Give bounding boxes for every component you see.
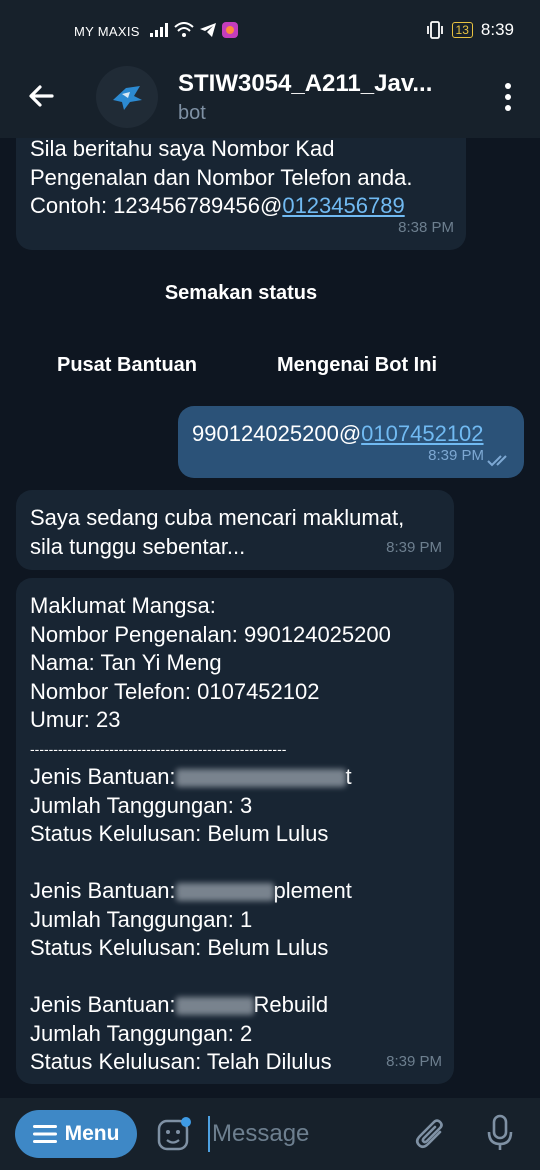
message-text-line: Jenis Bantuan: Rebuild: [30, 991, 454, 1020]
clock: 8:39: [480, 20, 514, 39]
bot-avatar[interactable]: [96, 66, 158, 128]
message-text-line: Sila beritahu saya Nombor Kad: [30, 138, 335, 161]
redacted-text: [175, 997, 254, 1016]
message-bubble-incoming[interactable]: Saya sedang cuba mencari maklumat, sila …: [16, 490, 454, 570]
message-text-line: Jumlah Tanggungan: 1: [30, 906, 253, 932]
message-input[interactable]: Message: [208, 1116, 402, 1152]
microphone-icon[interactable]: [486, 1114, 514, 1152]
wifi-icon: [174, 22, 194, 37]
more-options-icon[interactable]: [498, 80, 518, 114]
jenis-tail: plement: [273, 878, 352, 903]
phone-link[interactable]: 0123456789: [282, 193, 404, 218]
message-text-line: Jenis Bantuan: t: [30, 763, 454, 792]
jenis-label: Jenis Bantuan:: [30, 764, 176, 789]
chat-title[interactable]: STIW3054_A211_Jav...: [178, 70, 468, 98]
message-text-prefix: 990124025200@: [192, 421, 362, 446]
message-text-line: Jumlah Tanggungan: 2: [30, 1020, 253, 1046]
message-bubble-incoming[interactable]: Sila beritahu saya Nombor Kad Pengenalan…: [16, 138, 466, 250]
message-text-line: Status Kelulusan: Belum Lulus: [30, 935, 329, 960]
message-text-line: Umur: 23: [30, 707, 121, 732]
divider-line: ----------------------------------------…: [30, 740, 287, 757]
semakan-status-button[interactable]: Semakan status: [16, 282, 466, 305]
message-text-line: Maklumat Mangsa:: [30, 593, 216, 618]
status-icons-left: [150, 22, 238, 38]
back-arrow-icon[interactable]: [22, 76, 62, 116]
signal-icon: [150, 23, 168, 37]
message-bubble-outgoing[interactable]: 990124025200@0107452102 8:39 PM: [178, 406, 524, 478]
telegram-icon: [200, 23, 216, 37]
bot-menu-button[interactable]: Menu: [15, 1110, 137, 1158]
redacted-text: [175, 769, 346, 788]
battery-indicator: 13: [451, 22, 473, 38]
message-time: 8:39 PM: [386, 538, 442, 556]
message-time: 8:38 PM: [398, 218, 454, 236]
read-checkmarks-icon: [487, 455, 507, 467]
mengenai-bot-button[interactable]: Mengenai Bot Ini: [244, 354, 470, 377]
message-text-line: Saya sedang cuba mencari maklumat,: [30, 505, 405, 530]
redacted-text: [175, 883, 274, 902]
message-text-prefix: Contoh: 123456789456@: [30, 193, 283, 218]
message-time: 8:39 PM: [428, 446, 484, 464]
chat-subtitle: bot: [178, 102, 206, 124]
chat-area[interactable]: Sila beritahu saya Nombor Kad Pengenalan…: [0, 138, 540, 1098]
message-text-line: Status Kelulusan: Belum Lulus: [30, 821, 329, 846]
pusat-bantuan-button[interactable]: Pusat Bantuan: [16, 354, 238, 377]
message-text-line: Nombor Pengenalan: 990124025200: [30, 621, 391, 647]
jenis-tail: t: [345, 764, 352, 789]
compose-bar: Menu Message: [0, 1098, 540, 1170]
message-bubble-incoming[interactable]: Maklumat Mangsa: Nombor Pengenalan: 9901…: [16, 578, 454, 1084]
sticker-icon[interactable]: [156, 1116, 192, 1152]
message-text-line: Pengenalan dan Nombor Telefon anda.: [30, 164, 413, 190]
message-text-line: Nama: Tan Yi Meng: [30, 650, 222, 675]
hamburger-icon: [32, 1125, 57, 1143]
message-time: 8:39 PM: [386, 1052, 442, 1070]
status-icons-right: 13 8:39: [426, 20, 514, 40]
app-notification-icon: [222, 22, 238, 38]
jenis-label: Jenis Bantuan:: [30, 992, 176, 1017]
menu-label: Menu: [64, 1122, 120, 1145]
status-bar: MY MAXIS 13 8:39: [0, 0, 540, 56]
message-text-line: Jenis Bantuan: plement: [30, 877, 454, 906]
message-text-line: Nombor Telefon: 0107452102: [30, 678, 320, 704]
chat-header: STIW3054_A211_Jav... bot: [0, 56, 540, 138]
jenis-tail: Rebuild: [253, 992, 329, 1017]
bot-logo-icon: [113, 86, 142, 110]
carrier-label: MY MAXIS: [74, 24, 140, 39]
jenis-label: Jenis Bantuan:: [30, 878, 176, 903]
vibrate-icon: [426, 21, 443, 39]
attach-icon[interactable]: [414, 1116, 448, 1152]
message-text-line: Jumlah Tanggungan: 3: [30, 792, 253, 818]
